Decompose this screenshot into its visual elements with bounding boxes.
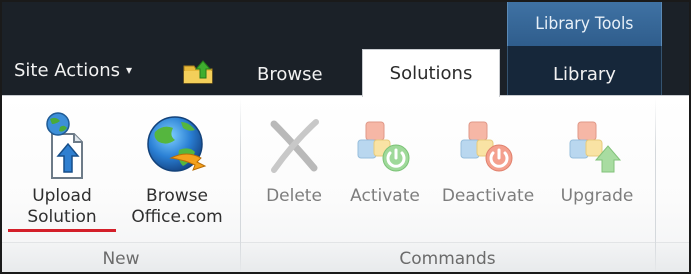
upload-solution-button[interactable]: Upload Solution: [6, 102, 118, 237]
tab-solutions[interactable]: Solutions: [362, 49, 500, 97]
site-actions-menu[interactable]: Site Actions ▾: [14, 60, 132, 81]
upload-solution-label: Upload Solution: [27, 186, 97, 227]
navigate-up-folder-icon[interactable]: [182, 58, 216, 84]
site-actions-label: Site Actions: [14, 60, 121, 81]
library-tools-header: Library Tools: [507, 2, 662, 46]
delete-label: Delete: [266, 186, 322, 206]
upgrade-button[interactable]: Upgrade: [546, 102, 648, 237]
activate-button[interactable]: Activate: [338, 102, 432, 237]
deactivate-button[interactable]: Deactivate: [432, 102, 544, 237]
annotation-underline: [8, 229, 116, 232]
browse-office-com-button[interactable]: Browse Office.com: [118, 102, 236, 237]
tab-browse[interactable]: Browse: [257, 64, 323, 85]
upgrade-icon: [569, 121, 622, 173]
deactivate-label: Deactivate: [441, 186, 535, 206]
library-tools-label: Library Tools: [535, 14, 634, 34]
upload-solution-icon: [46, 112, 83, 179]
activate-label: Activate: [350, 186, 420, 206]
tab-library[interactable]: Library: [507, 64, 662, 85]
delete-button[interactable]: Delete: [254, 102, 334, 237]
group-label-new: New: [102, 249, 140, 269]
globe-icon: [147, 116, 207, 172]
group-label-commands: Commands: [399, 249, 496, 269]
upgrade-label: Upgrade: [560, 186, 634, 206]
ribbon-window: Library Tools Site Actions ▾ Browse Solut…: [0, 0, 691, 274]
delete-x-icon: [270, 119, 319, 173]
chevron-down-icon: ▾: [126, 63, 133, 77]
group-separator: [655, 98, 656, 272]
group-separator: [240, 98, 241, 272]
activate-icon: [357, 121, 410, 172]
deactivate-icon: [460, 121, 513, 172]
browse-office-com-label: Browse Office.com: [131, 186, 223, 227]
